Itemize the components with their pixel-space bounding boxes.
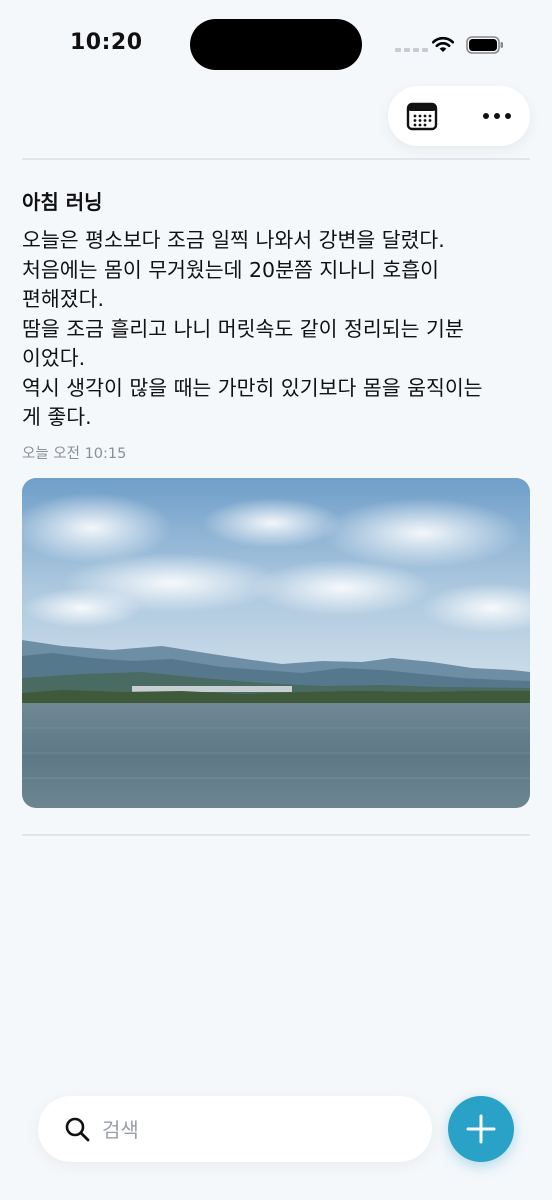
battery-icon [466,36,503,54]
entry-body-line: 역시 생각이 많을 때는 가만히 있기보다 몸을 움직이는 [22,375,483,400]
more-horizontal-icon[interactable] [480,100,514,132]
entry-photo[interactable] [22,478,530,808]
search-bar[interactable] [38,1096,432,1162]
search-input[interactable] [100,1110,404,1150]
cellular-signal-icon [395,44,429,52]
entry-body-line: 처음에는 몸이 무거웠는데 20분쯤 지나니 호흡이 [22,257,440,282]
plus-icon [466,1114,496,1144]
entry-body-line: 편해졌다. [22,287,104,311]
river-landscape-photo [22,478,530,808]
wifi-icon [431,36,455,52]
search-icon [65,1117,90,1142]
add-entry-button[interactable] [448,1096,514,1162]
entry-timestamp: 오늘 오전 10:15 [22,446,127,462]
entry-body-line: 땀을 조금 흘리고 나니 머릿속도 같이 정리되는 기분 [22,316,464,341]
calendar-icon[interactable] [406,100,438,132]
top-toolbar [388,86,530,146]
divider-bottom [22,834,530,836]
status-bar: 10:20 [0,0,552,90]
entry-body-line: 오늘은 평소보다 조금 일찍 나와서 강변을 달렸다. [22,228,445,252]
status-time: 10:20 [70,30,143,55]
entry-body-line: 게 좋다. [22,405,92,429]
entry-body-line: 이었다. [22,346,86,370]
divider-top [22,158,530,160]
entry-title[interactable]: 아침 러닝 [22,186,103,215]
dynamic-island [190,19,362,70]
entry-body[interactable]: 오늘은 평소보다 조금 일찍 나와서 강변을 달렸다. 처음에는 몸이 무거웠는… [22,226,532,433]
